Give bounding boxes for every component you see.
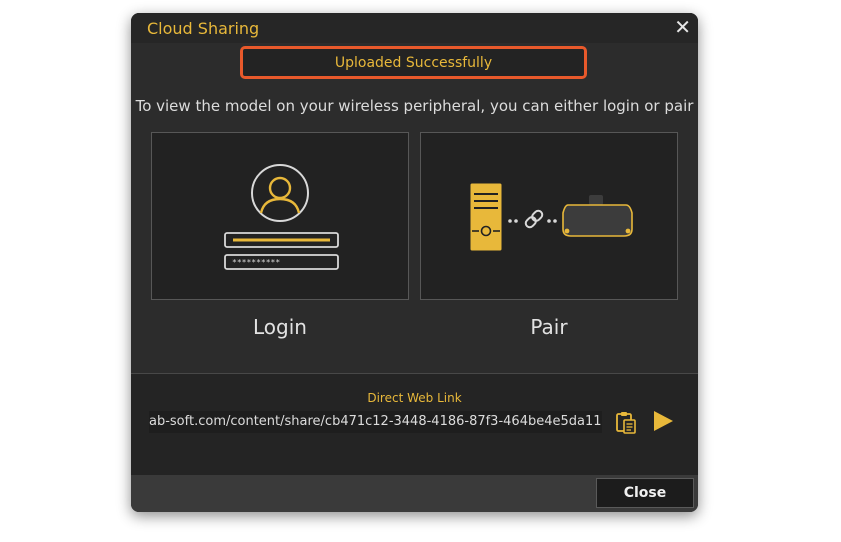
login-option-panel[interactable]: ********** [151,132,409,300]
pair-option-panel[interactable] [420,132,678,300]
username-field-icon [224,232,339,248]
web-link-field[interactable]: ab-soft.com/content/share/cb471c12-3448-… [149,411,602,433]
dialog-title: Cloud Sharing [147,19,260,38]
play-icon[interactable] [652,409,674,433]
clipboard-copy-icon[interactable] [614,409,638,435]
web-link-title: Direct Web Link [367,391,462,405]
computer-tower-icon [469,182,503,252]
password-mask: ********** [232,258,280,267]
upload-status-banner: Uploaded Successfully [240,46,587,79]
user-avatar-icon [251,164,309,222]
web-link-url: ab-soft.com/content/share/cb471c12-3448-… [149,414,602,429]
login-illustration: ********** [224,164,339,270]
close-icon[interactable]: ✕ [674,17,691,37]
login-label: Login [253,315,307,339]
cloud-sharing-dialog: Cloud Sharing ✕ Uploaded Successfully To… [131,13,698,512]
dialog-titlebar: Cloud Sharing ✕ [131,13,698,43]
password-field-icon: ********** [224,254,339,270]
vr-headset-icon [562,195,633,237]
web-link-section: Direct Web Link ab-soft.com/content/shar… [131,373,698,476]
pair-illustration [469,182,633,252]
chain-link-icon [508,209,557,229]
pair-label: Pair [530,315,568,339]
close-button[interactable]: Close [596,478,694,508]
instruction-text: To view the model on your wireless perip… [135,97,694,115]
upload-status-text: Uploaded Successfully [334,54,493,71]
